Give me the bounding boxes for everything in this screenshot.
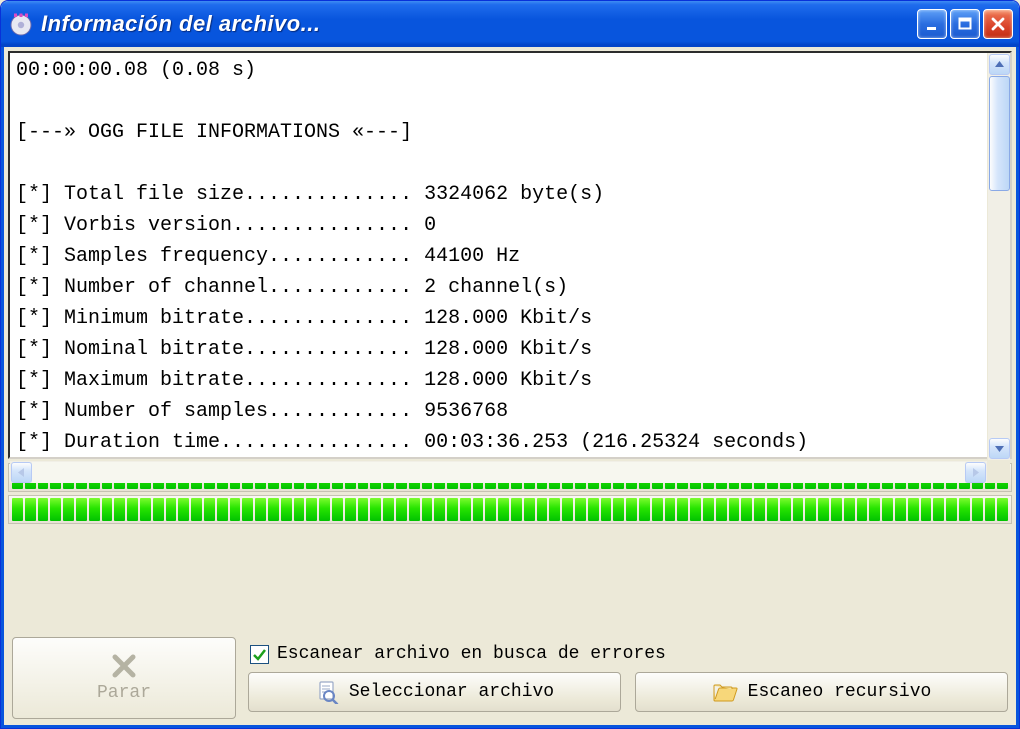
bottom-bar: Parar Escanear archivo en busca de error… [8,631,1012,721]
out-row: [*] Total file size.............. 332406… [16,183,604,206]
vertical-scrollbar[interactable] [987,53,1010,460]
scroll-right-button[interactable] [965,462,986,483]
out-row: [*] Minimum bitrate.............. 128.00… [16,307,592,330]
button-row: Seleccionar archivo Escaneo recursivo [248,672,1008,712]
scan-errors-checkbox[interactable] [250,645,269,664]
out-row: [*] Number of samples............ 953676… [16,400,508,423]
folder-open-icon [712,681,738,703]
scroll-up-button[interactable] [989,54,1010,75]
horizontal-scrollbar[interactable] [10,460,987,483]
maximize-button[interactable] [950,9,980,39]
file-search-icon [315,680,339,704]
hscroll-track[interactable] [32,462,965,483]
titlebar[interactable]: Información del archivo... [1,1,1019,47]
scroll-down-button[interactable] [989,438,1010,459]
app-window: Información del archivo... 00:00:00.08 (… [0,0,1020,729]
out-row: [*] Samples frequency............ 44100 … [16,245,520,268]
checkmark-icon [252,647,267,662]
scroll-thumb[interactable] [989,76,1010,191]
out-row: [*] Maximum bitrate.............. 128.00… [16,369,592,392]
close-button[interactable] [983,9,1013,39]
titlebar-buttons [917,9,1013,39]
stop-button[interactable]: Parar [12,637,236,719]
spacer [8,524,1012,631]
client-area: 00:00:00.08 (0.08 s) [---» OGG FILE INFO… [1,47,1019,728]
out-row: [*] Nominal bitrate.............. 128.00… [16,338,592,361]
out-time: 00:00:00.08 (0.08 s) [16,59,256,82]
recursive-scan-label: Escaneo recursivo [748,682,932,702]
window-title: Información del archivo... [41,11,917,37]
output-panel: 00:00:00.08 (0.08 s) [---» OGG FILE INFO… [8,51,1012,459]
out-header: [---» OGG FILE INFORMATIONS «---] [16,121,412,144]
out-row: [*] Duration time................ 00:03:… [16,431,808,454]
stop-button-label: Parar [97,683,151,703]
select-file-label: Seleccionar archivo [349,682,554,702]
output-text[interactable]: 00:00:00.08 (0.08 s) [---» OGG FILE INFO… [10,53,987,460]
right-controls: Escanear archivo en busca de errores [248,637,1008,719]
out-row: [*] Number of channel............ 2 chan… [16,276,568,299]
scroll-corner [987,460,1010,483]
level-meter-right [8,495,1012,524]
scroll-track[interactable] [989,191,1010,438]
out-row: [*] Vorbis version............... 0 [16,214,436,237]
minimize-button[interactable] [917,9,947,39]
select-file-button[interactable]: Seleccionar archivo [248,672,621,712]
scroll-left-button[interactable] [11,462,32,483]
app-icon [9,12,33,36]
scan-errors-row: Escanear archivo en busca de errores [248,644,1008,664]
scan-errors-label: Escanear archivo en busca de errores [277,644,666,664]
close-x-icon [111,653,137,679]
recursive-scan-button[interactable]: Escaneo recursivo [635,672,1008,712]
